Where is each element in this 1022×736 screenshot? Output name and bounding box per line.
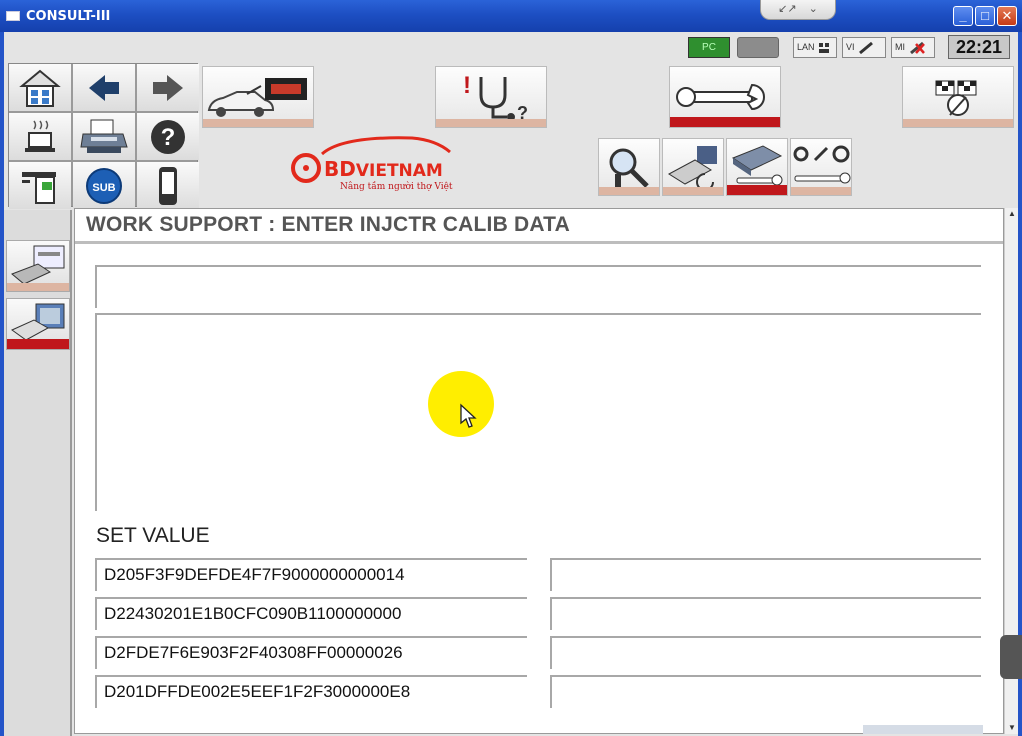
diagnosis-indicator <box>436 119 546 127</box>
printer-icon <box>80 119 128 153</box>
work-support-button[interactable] <box>669 66 781 128</box>
close-button[interactable]: ✕ <box>997 6 1017 26</box>
side-work-support-button[interactable] <box>6 298 70 350</box>
coffee-cup-icon <box>25 120 55 152</box>
app-icon <box>6 11 20 21</box>
settings-tools-indicator <box>791 187 851 195</box>
finish-button[interactable] <box>902 66 1014 128</box>
clock: 22:21 <box>948 35 1010 59</box>
print-button[interactable] <box>73 113 135 160</box>
sub-mode-button[interactable]: SUB <box>73 162 135 209</box>
lan-status-button[interactable]: LAN <box>793 37 837 58</box>
side-panel <box>4 210 72 736</box>
navigation-grid: ? SUB <box>8 63 199 209</box>
magnifier-icon <box>609 148 649 188</box>
stethoscope-icon: !? <box>463 72 528 123</box>
side-work-support-indicator <box>7 339 69 349</box>
home-icon <box>19 69 61 107</box>
mouse-pointer-icon <box>460 403 477 428</box>
set-value-field-3[interactable]: D2FDE7F6E903F2F40308FF00000026 <box>95 636 527 669</box>
instruction-box <box>95 313 981 511</box>
ecu-reprogram-button[interactable] <box>662 138 724 196</box>
logo-brand-suffix: VIETNAM <box>356 161 443 181</box>
chevron-down-icon[interactable]: ⌄ <box>809 0 818 19</box>
input-value-field-4[interactable] <box>550 675 981 708</box>
car-data-icon <box>207 78 307 117</box>
bdvietnam-logo: BDVIETNAM Nâng tầm người thợ Việt <box>288 134 458 194</box>
resize-icon[interactable]: ↙↗ <box>778 0 796 19</box>
vi-label: VI <box>846 42 855 52</box>
work-support-panel: WORK SUPPORT : ENTER INJCTR CALIB DATA S… <box>74 208 1004 734</box>
svg-text:!: ! <box>463 72 471 99</box>
side-ecu-list-button[interactable] <box>6 240 70 292</box>
back-button[interactable] <box>73 64 135 111</box>
input-value-field-1[interactable] <box>550 558 981 591</box>
pc-connection-indicator: PC <box>688 37 730 58</box>
remote-tab-pulldown[interactable]: ↙↗ ⌄ <box>760 0 836 20</box>
vi-status-button[interactable]: VI <box>842 37 886 58</box>
vi-connector-icon <box>859 41 873 54</box>
svg-text:?: ? <box>161 124 176 151</box>
horizontal-scroll-thumb[interactable] <box>863 725 983 734</box>
maximize-button[interactable]: □ <box>975 6 995 26</box>
finish-indicator <box>903 119 1013 127</box>
home-button[interactable] <box>9 64 71 111</box>
vehicle-data-indicator <box>203 119 313 127</box>
screen-capture-button[interactable] <box>9 162 71 209</box>
mi-disconnected-icon <box>909 41 925 54</box>
input-value-field-2[interactable] <box>550 597 981 630</box>
set-value-field-2[interactable]: D22430201E1B0CFC090B1100000000 <box>95 597 527 630</box>
handheld-device-icon <box>159 166 177 205</box>
ecu-list-icon <box>11 245 65 285</box>
sub-icon: SUB <box>86 167 122 204</box>
page-title: WORK SUPPORT : ENTER INJCTR CALIB DATA <box>86 213 570 236</box>
gears-tools-icon <box>793 145 851 184</box>
arrow-left-icon <box>89 74 119 101</box>
message-box <box>95 265 981 308</box>
ecu-reprogram-indicator <box>663 187 723 195</box>
set-value-label: SET VALUE <box>96 524 210 547</box>
scroll-up-icon[interactable]: ▲ <box>1005 208 1019 220</box>
screen-capture-icon <box>22 171 56 204</box>
side-ecu-list-indicator <box>7 283 69 291</box>
title-bar: CONSULT-III <box>0 0 1022 32</box>
mi-status-button[interactable]: MI <box>891 37 935 58</box>
ecu-work-support-button[interactable] <box>726 138 788 196</box>
checkered-flags-icon <box>935 80 977 116</box>
arrow-right-icon <box>153 74 183 101</box>
help-button[interactable]: ? <box>137 113 199 160</box>
bdvietnam-logo-graphic: BDVIETNAM Nâng tầm người thợ Việt <box>291 136 453 192</box>
data-monitor-indicator <box>599 187 659 195</box>
sub-label: SUB <box>92 182 115 194</box>
title-divider <box>75 241 1003 244</box>
set-value-field-4[interactable]: D201DFFDE002E5EEF1F2F3000000E8 <box>95 675 527 708</box>
ecu-wrench-icon <box>731 145 783 186</box>
input-value-field-3[interactable] <box>550 636 981 669</box>
window-title: CONSULT-III <box>26 9 111 24</box>
settings-tools-button[interactable] <box>790 138 852 196</box>
scroll-down-icon[interactable]: ▼ <box>1005 722 1019 734</box>
vehicle-data-button[interactable] <box>202 66 314 128</box>
logo-brand-prefix: BD <box>324 157 356 181</box>
forward-button[interactable] <box>137 64 199 111</box>
work-support-indicator <box>670 117 780 127</box>
logo-tagline: Nâng tầm người thợ Việt <box>340 181 453 192</box>
diagnosis-button[interactable]: !? <box>435 66 547 128</box>
set-value-field-1[interactable]: D205F3F9DEFDE4F7F9000000000014 <box>95 558 527 591</box>
sleep-button[interactable] <box>9 113 71 160</box>
battery-indicator <box>737 37 779 58</box>
wrench-icon <box>676 83 765 111</box>
mi-label: MI <box>895 42 905 52</box>
svg-text:BDVIETNAM: BDVIETNAM <box>324 157 443 181</box>
lan-icon <box>819 42 830 53</box>
lan-label: LAN <box>797 42 815 52</box>
minimize-button[interactable]: _ <box>953 6 973 26</box>
device-button[interactable] <box>137 162 199 209</box>
help-icon: ? <box>151 119 185 154</box>
side-pull-handle[interactable] <box>1000 635 1022 679</box>
ecu-work-support-indicator <box>727 185 787 195</box>
ecu-refresh-icon <box>668 146 717 190</box>
data-monitor-button[interactable] <box>598 138 660 196</box>
